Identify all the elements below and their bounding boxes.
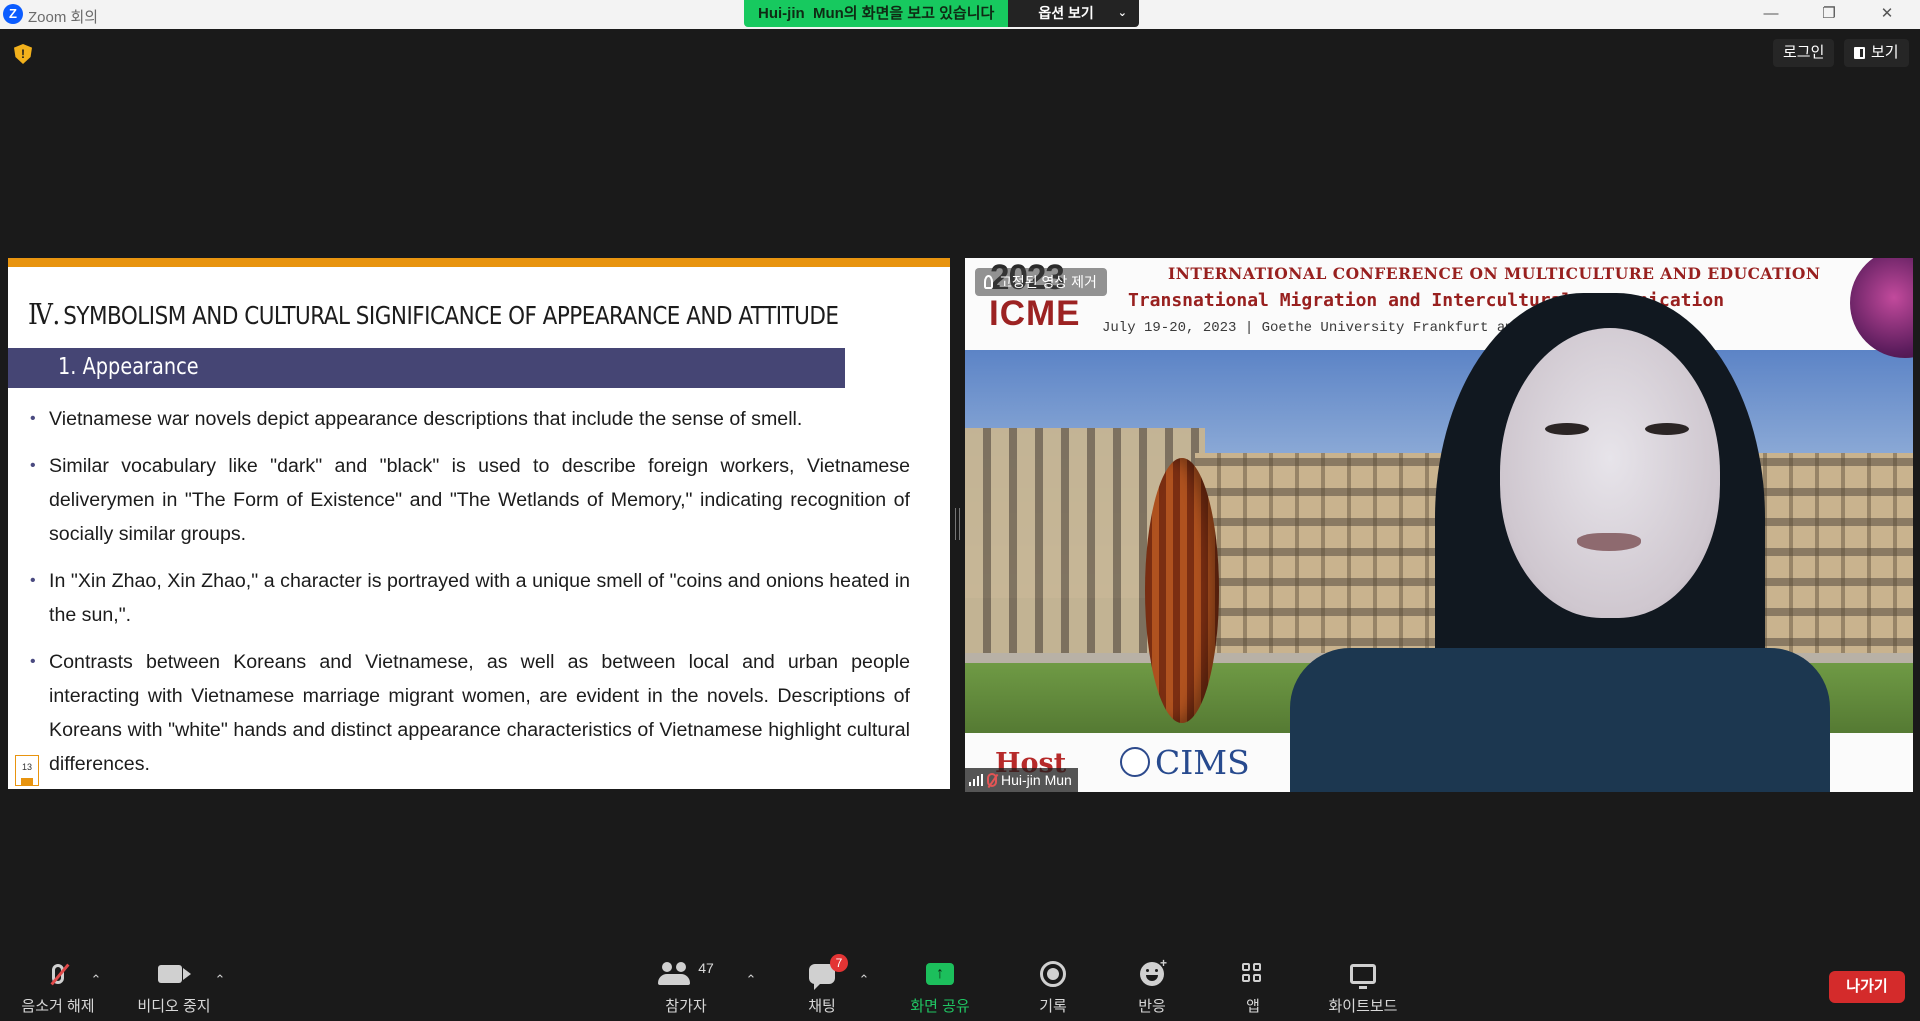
participant-name: Hui-jin Mun xyxy=(1001,772,1072,788)
slide-bullet: Similar vocabulary like "dark" and "blac… xyxy=(30,449,910,551)
chat-options-caret[interactable]: ⌃ xyxy=(856,972,872,988)
apps-label: 앱 xyxy=(1246,998,1260,1015)
view-label: 보기 xyxy=(1871,44,1899,61)
login-button[interactable]: 로그인 xyxy=(1773,39,1835,67)
audio-options-caret[interactable]: ⌃ xyxy=(88,972,104,988)
share-screen-label: 화면 공유 xyxy=(910,998,970,1015)
speaker-mouth xyxy=(1577,533,1641,551)
virtual-background-sculpture xyxy=(1145,458,1219,723)
chevron-down-icon: ⌄ xyxy=(1117,7,1127,19)
window-title: Zoom 회의 xyxy=(28,9,99,26)
slide-page-number: 13 xyxy=(15,755,39,786)
reactions-label: 반응 xyxy=(1138,998,1166,1015)
slide-bullet-list: Vietnamese war novels depict appearance … xyxy=(30,402,910,789)
connection-signal-icon xyxy=(969,774,983,786)
screen-share-banner: Hui-jin Mun의 화면을 보고 있습니다 옵션 보기 ⌄ xyxy=(744,0,1139,27)
zoom-logo-icon: Z xyxy=(3,4,23,24)
pin-icon xyxy=(984,275,993,289)
speaker-body xyxy=(1290,648,1830,792)
view-layout-icon xyxy=(1854,47,1865,59)
speaker-video-tile[interactable]: 2023 ICME INTERNATIONAL CONFERENCE ON MU… xyxy=(965,258,1913,792)
slide-heading-numeral: Ⅳ. xyxy=(28,297,60,331)
slide-bullet: Contrasts between Koreans and Vietnamese… xyxy=(30,645,910,781)
slide-subheading: 1. Appearance xyxy=(58,354,199,380)
slide-bullet: In "Xin Zhao, Xin Zhao," a character is … xyxy=(30,564,910,632)
unmute-label: 음소거 해제 xyxy=(21,998,95,1015)
participants-icon xyxy=(658,962,692,986)
video-options-caret[interactable]: ⌃ xyxy=(212,972,228,988)
share-screen-button[interactable]: ↑ 화면 공유 xyxy=(890,960,990,1016)
remove-pinned-video-button[interactable]: 고정된 영상 제거 xyxy=(975,268,1107,296)
participants-button[interactable]: 47 참가자 xyxy=(636,960,736,1016)
view-button[interactable]: 보기 xyxy=(1844,39,1909,67)
share-screen-icon: ↑ xyxy=(926,963,954,985)
unmute-button[interactable]: 음소거 해제 xyxy=(8,960,108,1016)
muted-mic-icon xyxy=(987,773,997,787)
chat-unread-badge: 7 xyxy=(830,954,848,972)
view-options-label: 옵션 보기 xyxy=(1038,5,1094,21)
record-label: 기록 xyxy=(1039,998,1067,1015)
restore-button[interactable]: ❐ xyxy=(1800,0,1858,29)
login-label: 로그인 xyxy=(1783,44,1825,61)
video-camera-icon xyxy=(158,965,191,983)
meeting-toolbar: 음소거 해제 ⌃ 비디오 중지 ⌃ 47 참가자 ⌃ 7 채팅 ⌃ ↑ 화면 공… xyxy=(0,950,1920,1021)
view-options-button[interactable]: 옵션 보기 ⌄ xyxy=(1008,0,1139,27)
security-shield-icon[interactable]: ! xyxy=(14,44,32,64)
remove-pinned-video-label: 고정된 영상 제거 xyxy=(999,274,1097,290)
participants-count: 47 xyxy=(698,960,714,976)
stop-video-button[interactable]: 비디오 중지 xyxy=(124,960,224,1016)
leave-meeting-button[interactable]: 나가기 xyxy=(1829,971,1905,1003)
slide-subheading-bar: 1. Appearance xyxy=(8,348,845,388)
speaker-face xyxy=(1500,328,1720,618)
conference-title: INTERNATIONAL CONFERENCE ON MULTICULTURE… xyxy=(1168,264,1821,283)
split-view-divider-handle[interactable] xyxy=(955,508,960,540)
microphone-muted-icon xyxy=(52,964,64,984)
participants-options-caret[interactable]: ⌃ xyxy=(743,972,759,988)
event-acronym: ICME xyxy=(989,294,1081,333)
minimize-button[interactable]: — xyxy=(1742,0,1800,29)
whiteboard-button[interactable]: 화이트보드 xyxy=(1313,960,1413,1016)
participants-label: 참가자 xyxy=(665,998,707,1015)
apps-button[interactable]: 앱 xyxy=(1203,960,1303,1016)
chat-label: 채팅 xyxy=(808,998,836,1015)
participant-name-tag: Hui-jin Mun xyxy=(965,768,1078,792)
speaker-eye xyxy=(1645,423,1689,435)
share-status-text: Hui-jin Mun의 화면을 보고 있습니다 xyxy=(744,0,1009,27)
record-button[interactable]: 기록 xyxy=(1003,960,1103,1016)
stop-video-label: 비디오 중지 xyxy=(137,998,211,1015)
whiteboard-label: 화이트보드 xyxy=(1328,998,1398,1015)
whiteboard-icon xyxy=(1350,964,1376,989)
conference-decoration xyxy=(1850,258,1913,358)
add-reaction-plus-icon: + xyxy=(1160,956,1168,970)
slide-heading: Ⅳ. SYMBOLISM AND CULTURAL SIGNIFICANCE OF… xyxy=(28,297,839,331)
close-button[interactable]: ✕ xyxy=(1858,0,1916,29)
slide-bullet: Vietnamese war novels depict appearance … xyxy=(30,402,910,436)
title-bar: Z Zoom 회의 Hui-jin Mun의 화면을 보고 있습니다 옵션 보기… xyxy=(0,0,1920,29)
speaker-eye xyxy=(1545,423,1589,435)
apps-grid-icon xyxy=(1242,963,1264,985)
slide-heading-text: SYMBOLISM AND CULTURAL SIGNIFICANCE OF A… xyxy=(63,301,839,330)
reactions-button[interactable]: + 반응 xyxy=(1102,956,1202,1016)
conference-banner: 2023 ICME INTERNATIONAL CONFERENCE ON MU… xyxy=(965,258,1913,358)
shared-screen-slide: Ⅳ. SYMBOLISM AND CULTURAL SIGNIFICANCE OF… xyxy=(8,258,950,789)
record-icon xyxy=(1040,961,1066,987)
chat-button[interactable]: 7 채팅 xyxy=(772,954,872,1016)
host-organization: CIMS xyxy=(1155,743,1250,782)
university-seal-icon xyxy=(1120,747,1150,777)
